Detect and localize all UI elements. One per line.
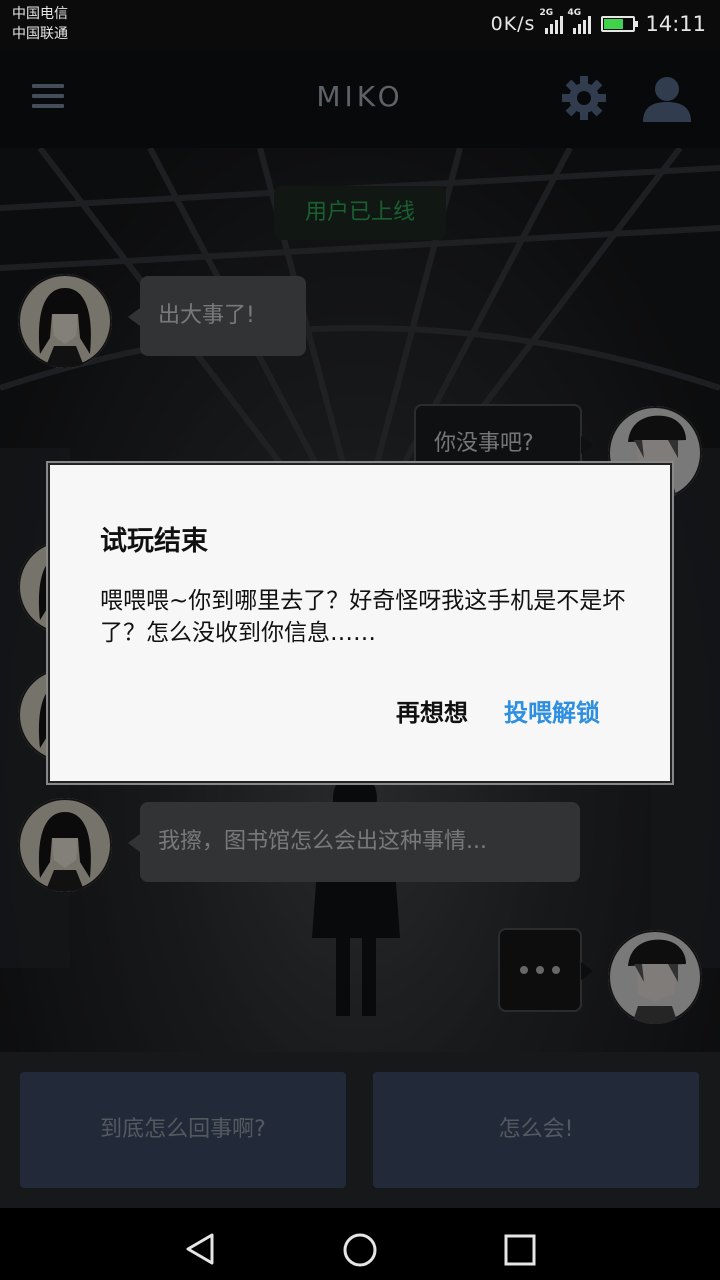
dialog-message: 喂喂喂~你到哪里去了？好奇怪呀我这手机是不是坏了？怎么没收到你信息…… [100, 588, 626, 646]
sim2-signal-icon: 4G [567, 8, 592, 34]
dialog-title: 试玩结束 [100, 526, 208, 557]
sim1-signal-icon: 2G [539, 8, 564, 34]
net-speed: 0K/s [490, 13, 536, 35]
back-icon[interactable] [184, 1232, 216, 1266]
sim1-network-type: 2G [539, 8, 554, 18]
battery-icon [601, 16, 639, 32]
status-indicators: 0K/s 2G 4G 14:11 [490, 8, 706, 38]
trial-ended-dialog: 试玩结束 喂喂喂~你到哪里去了？好奇怪呀我这手机是不是坏了？怎么没收到你信息……… [48, 463, 672, 783]
carrier-info: 中国电信 中国联通 [12, 4, 68, 44]
think-again-button[interactable]: 再想想 [396, 693, 468, 728]
sim2-network-type: 4G [567, 8, 582, 18]
status-bar: 中国电信 中国联通 0K/s 2G 4G 14:11 [0, 0, 720, 50]
unlock-button[interactable]: 投喂解锁 [504, 693, 600, 728]
carrier-2: 中国联通 [12, 26, 68, 42]
home-icon[interactable] [342, 1232, 378, 1268]
recents-icon[interactable] [504, 1234, 536, 1266]
system-nav-bar [0, 1208, 720, 1280]
clock: 14:11 [645, 12, 706, 36]
carrier-1: 中国电信 [12, 6, 68, 22]
